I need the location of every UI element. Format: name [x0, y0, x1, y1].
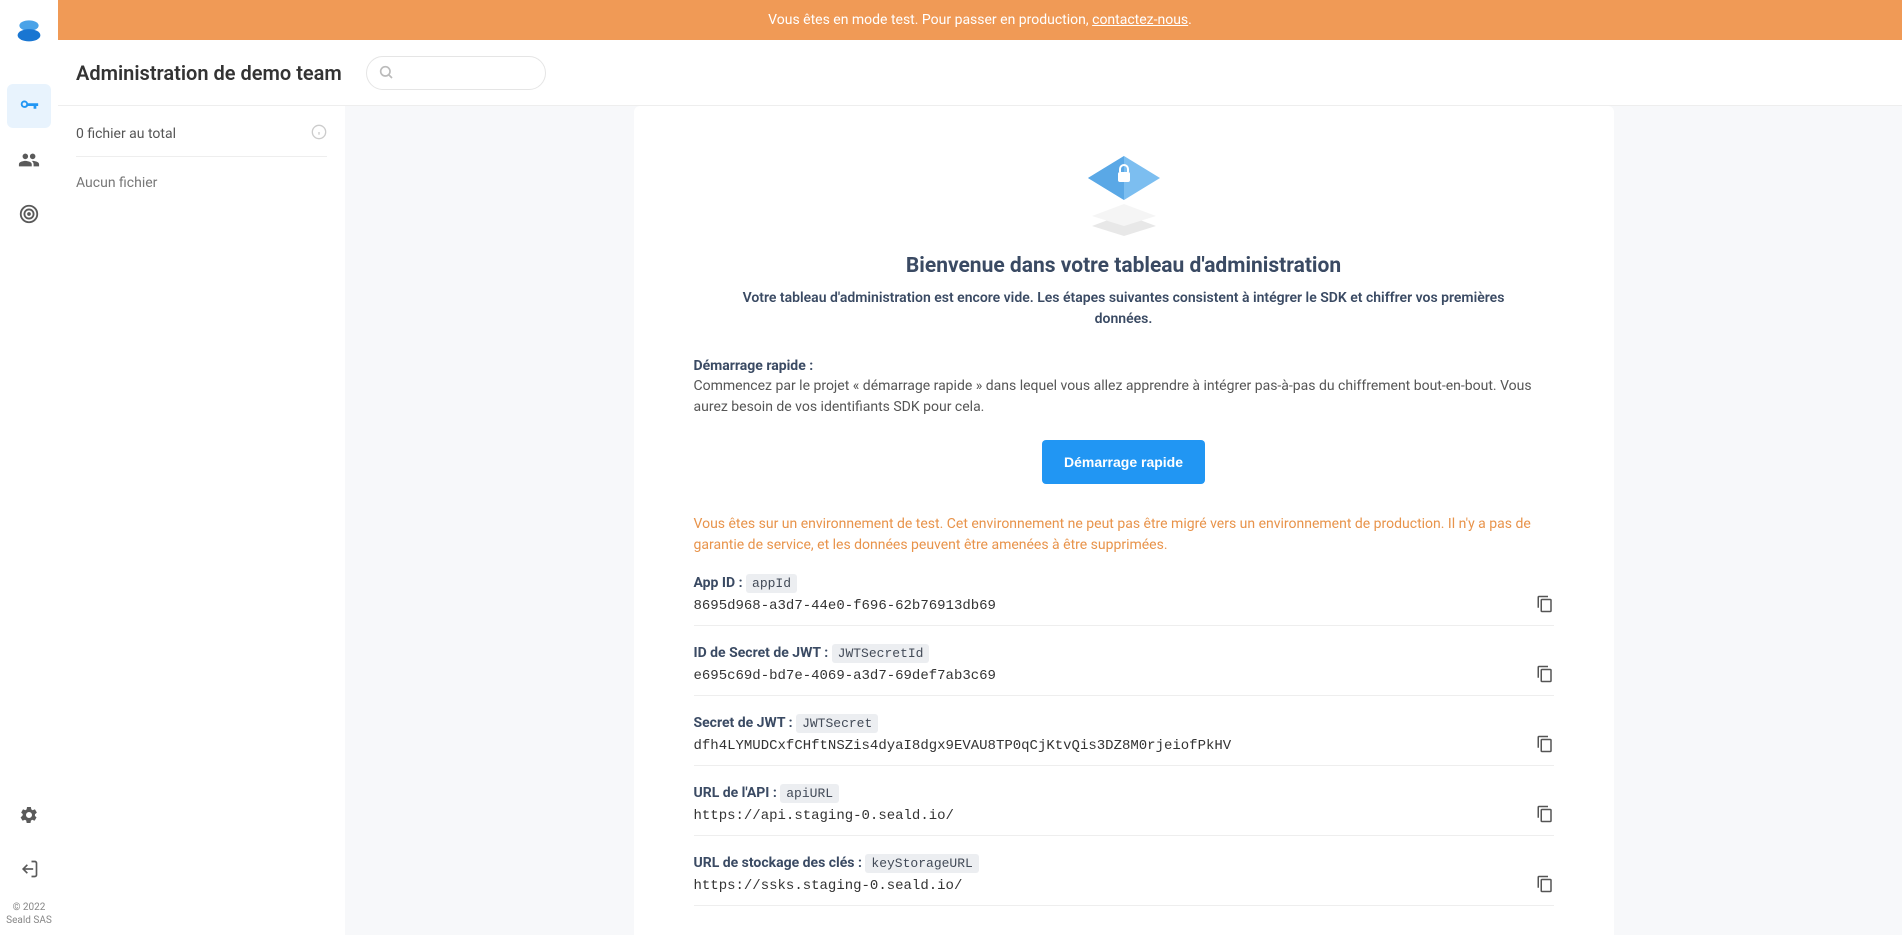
files-empty: Aucun fichier: [76, 157, 327, 209]
welcome-title: Bienvenue dans votre tableau d'administr…: [906, 254, 1341, 278]
jwt-secret-id-value: e695c69d-bd7e-4069-a3d7-69def7ab3c69: [694, 668, 996, 684]
welcome-subtitle: Votre tableau d'administration est encor…: [734, 288, 1514, 330]
cred-key-storage-url: URL de stockage des clés : keyStorageURL…: [694, 852, 1554, 906]
key-storage-url-code: keyStorageURL: [865, 854, 978, 873]
search-icon: [378, 64, 394, 84]
api-url-value: https://api.staging-0.seald.io/: [694, 808, 954, 824]
test-mode-banner: Vous êtes en mode test. Pour passer en p…: [58, 0, 1902, 40]
nav-keys[interactable]: [7, 84, 51, 128]
api-url-label: URL de l'API :: [694, 785, 781, 801]
quickstart-button[interactable]: Démarrage rapide: [1042, 440, 1205, 484]
files-panel: 0 fichier au total Aucun fichier: [58, 106, 345, 935]
copyright: © 2022 Seald SAS: [6, 901, 52, 927]
search-container: [366, 56, 546, 90]
nav-activity[interactable]: [7, 192, 51, 236]
nav-logout[interactable]: [7, 847, 51, 891]
key-storage-url-label: URL de stockage des clés :: [694, 855, 866, 871]
app-id-value: 8695d968-a3d7-44e0-f696-62b76913db69: [694, 598, 996, 614]
cred-api-url: URL de l'API : apiURL https://api.stagin…: [694, 782, 1554, 836]
jwt-secret-id-label: ID de Secret de JWT :: [694, 645, 832, 661]
nav-users[interactable]: [7, 138, 51, 182]
app-id-code: appId: [746, 574, 797, 593]
api-url-code: apiURL: [780, 784, 839, 803]
quickstart-body: Commencez par le projet « démarrage rapi…: [694, 376, 1554, 418]
content-area: Bienvenue dans votre tableau d'administr…: [345, 106, 1902, 935]
page-title: Administration de demo team: [76, 61, 342, 85]
contact-us-link[interactable]: contactez-nous: [1092, 12, 1188, 28]
key-storage-url-value: https://ssks.staging-0.seald.io/: [694, 878, 963, 894]
cred-jwt-secret: Secret de JWT : JWTSecret dfh4LYMUDCxfCH…: [694, 712, 1554, 766]
test-env-warning: Vous êtes sur un environnement de test. …: [694, 514, 1554, 556]
cred-app-id: App ID : appId 8695d968-a3d7-44e0-f696-6…: [694, 572, 1554, 626]
cred-jwt-secret-id: ID de Secret de JWT : JWTSecretId e695c6…: [694, 642, 1554, 696]
copy-jwt-secret-id-button[interactable]: [1536, 665, 1554, 687]
sidebar: © 2022 Seald SAS: [0, 0, 58, 935]
copy-app-id-button[interactable]: [1536, 595, 1554, 617]
info-icon[interactable]: [311, 124, 327, 144]
jwt-secret-id-code: JWTSecretId: [832, 644, 930, 663]
jwt-secret-code: JWTSecret: [796, 714, 878, 733]
app-id-label: App ID :: [694, 575, 747, 591]
copy-api-url-button[interactable]: [1536, 805, 1554, 827]
welcome-card: Bienvenue dans votre tableau d'administr…: [634, 106, 1614, 935]
hero-illustration: [1074, 146, 1174, 236]
quickstart-heading: Démarrage rapide :: [694, 358, 1554, 374]
jwt-secret-label: Secret de JWT :: [694, 715, 797, 731]
banner-text: Vous êtes en mode test. Pour passer en p…: [768, 12, 1092, 28]
nav-settings[interactable]: [7, 793, 51, 837]
copy-jwt-secret-button[interactable]: [1536, 735, 1554, 757]
logo: [15, 16, 43, 44]
jwt-secret-value: dfh4LYMUDCxfCHftNSZis4dyaI8dgx9EVAU8TP0q…: [694, 738, 1232, 754]
files-total: 0 fichier au total: [76, 126, 176, 142]
header: Administration de demo team: [58, 40, 1902, 106]
copy-key-storage-url-button[interactable]: [1536, 875, 1554, 897]
